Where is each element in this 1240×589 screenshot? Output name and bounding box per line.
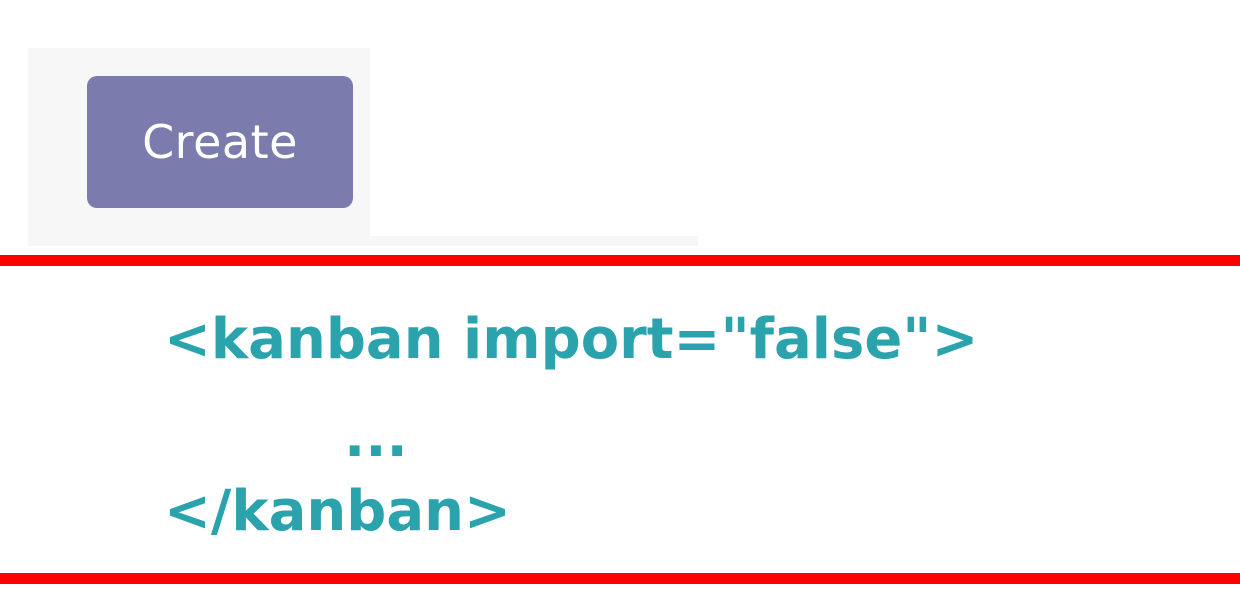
screenshot-panel-edge	[370, 236, 698, 246]
kanban-open-tag: <kanban import="false">	[164, 307, 979, 372]
create-button[interactable]: Create	[87, 76, 353, 208]
bottom-divider	[0, 573, 1240, 584]
kanban-close-tag: </kanban>	[164, 479, 511, 544]
code-ellipsis: ...	[344, 405, 408, 470]
top-divider	[0, 255, 1240, 266]
